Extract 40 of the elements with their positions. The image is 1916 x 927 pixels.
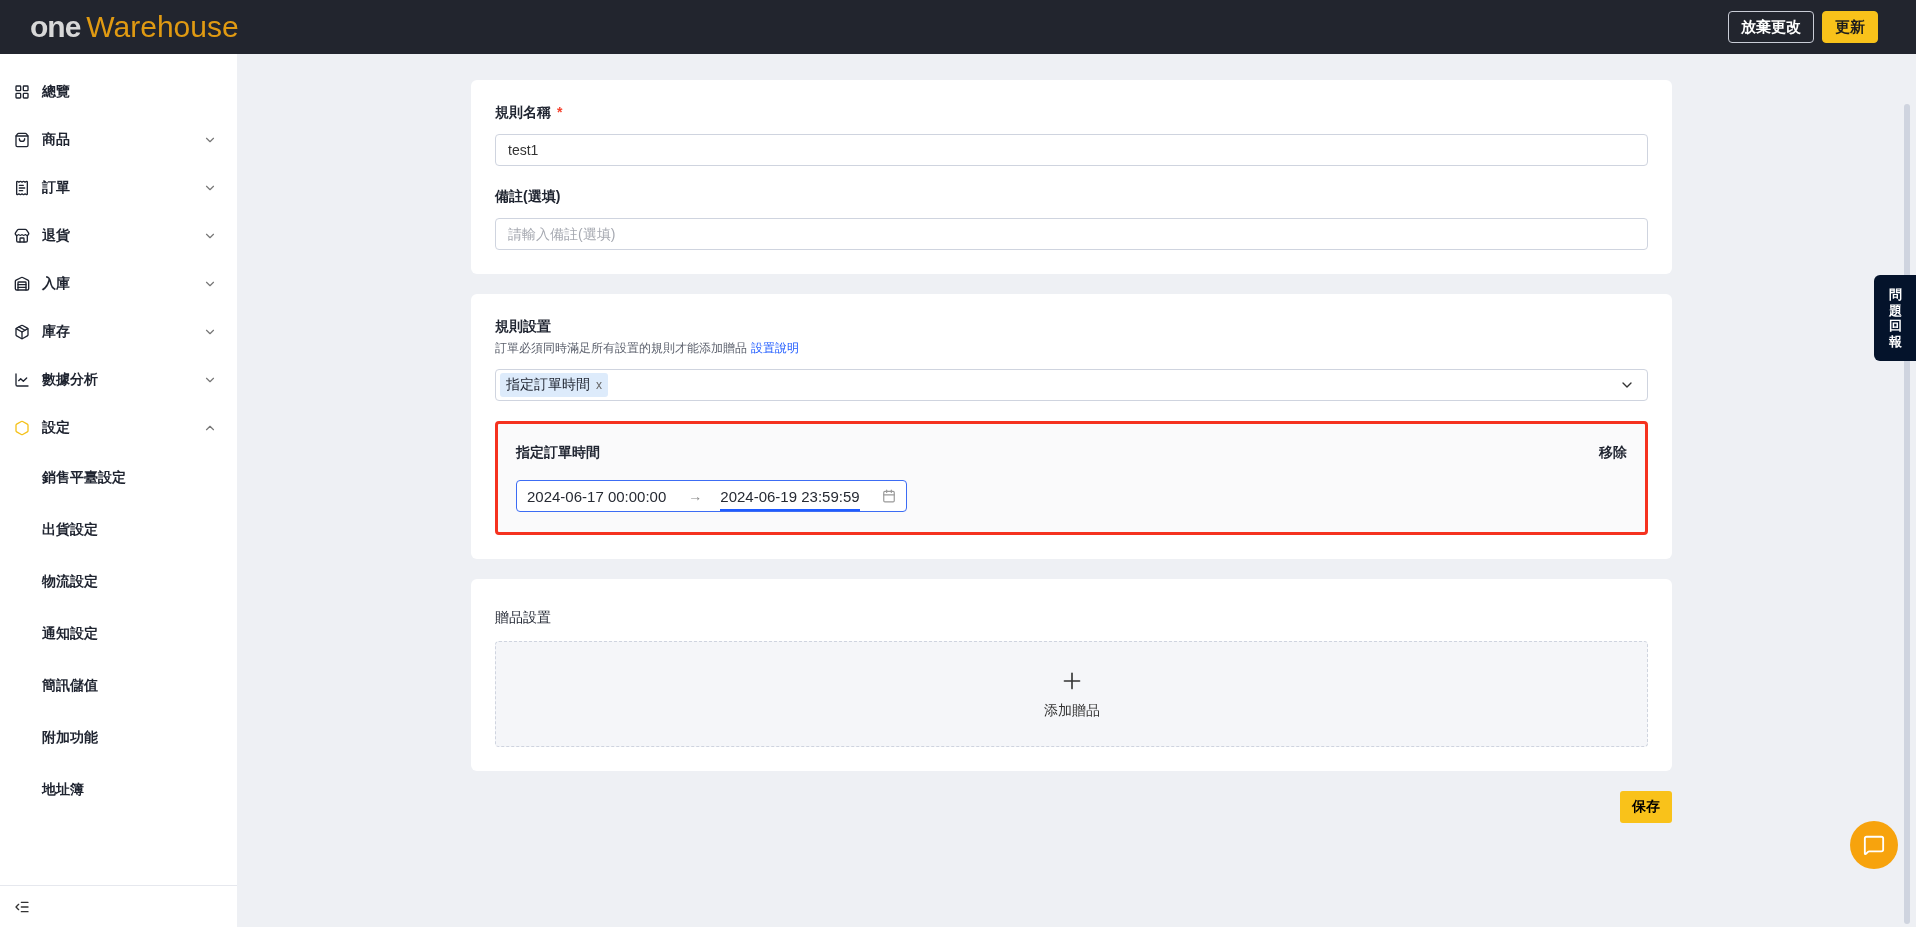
save-button[interactable]: 保存 xyxy=(1620,791,1672,823)
add-gift-area[interactable]: 添加贈品 xyxy=(495,641,1648,747)
sidebar-item[interactable]: 總覽 xyxy=(0,68,237,116)
date-range-picker[interactable]: 2024-06-17 00:00:00 → 2024-06-19 23:59:59 xyxy=(516,480,907,512)
rule-name-field[interactable]: test1 xyxy=(495,134,1648,166)
sidebar-item[interactable]: 退貨 xyxy=(0,212,237,260)
sidebar-item[interactable]: 入庫 xyxy=(0,260,237,308)
rule-select[interactable]: 指定訂單時間 x xyxy=(495,369,1648,401)
help-link[interactable]: 設置說明 xyxy=(751,341,799,355)
sidebar-item[interactable]: 數據分析 xyxy=(0,356,237,404)
calendar-icon xyxy=(882,489,896,503)
hint-text: 訂單必須同時滿足所有設置的規則才能添加贈品 設置說明 xyxy=(495,340,800,357)
sidebar-subitem[interactable]: 簡訊儲值 xyxy=(0,660,237,712)
section-title: 贈品設置 xyxy=(495,609,552,627)
update-button[interactable]: 更新 xyxy=(1822,11,1878,43)
sidebar-subitem[interactable]: 銷售平臺設定 xyxy=(0,452,237,504)
sidebar-item[interactable]: 設定 xyxy=(0,404,237,452)
field-label: 備註(選填) xyxy=(495,188,562,206)
sidebar-item[interactable]: 訂單 xyxy=(0,164,237,212)
sidebar-subitem[interactable]: 出貨設定 xyxy=(0,504,237,556)
rule-tag: 指定訂單時間 x xyxy=(500,373,608,397)
sidebar-subitem[interactable]: 通知設定 xyxy=(0,608,237,660)
sidebar-item[interactable]: 庫存 xyxy=(0,308,237,356)
feedback-tab[interactable]: 問題回報 xyxy=(1874,275,1916,362)
chat-icon xyxy=(1863,834,1885,856)
note-field[interactable]: 請輸入備註(選填) xyxy=(495,218,1648,250)
sidebar-subitem[interactable]: 地址簿 xyxy=(0,764,237,816)
sidebar-subitem[interactable]: 物流設定 xyxy=(0,556,237,608)
field-label: 規則名稱 * xyxy=(495,104,564,122)
section-title: 規則設置 xyxy=(495,318,552,336)
logo: one Warehouse xyxy=(30,10,239,44)
end-date[interactable]: 2024-06-19 23:59:59 xyxy=(720,481,860,511)
sidebar-subitem[interactable]: 附加功能 xyxy=(0,712,237,764)
range-separator: → xyxy=(688,488,703,504)
tag-remove[interactable]: x xyxy=(596,378,602,392)
rule-title: 指定訂單時間 xyxy=(516,444,600,462)
sidebar-item[interactable]: 商品 xyxy=(0,116,237,164)
start-date[interactable]: 2024-06-17 00:00:00 xyxy=(527,481,667,511)
discard-button[interactable]: 放棄更改 xyxy=(1728,11,1814,43)
remove-link[interactable]: 移除 xyxy=(1599,444,1627,462)
